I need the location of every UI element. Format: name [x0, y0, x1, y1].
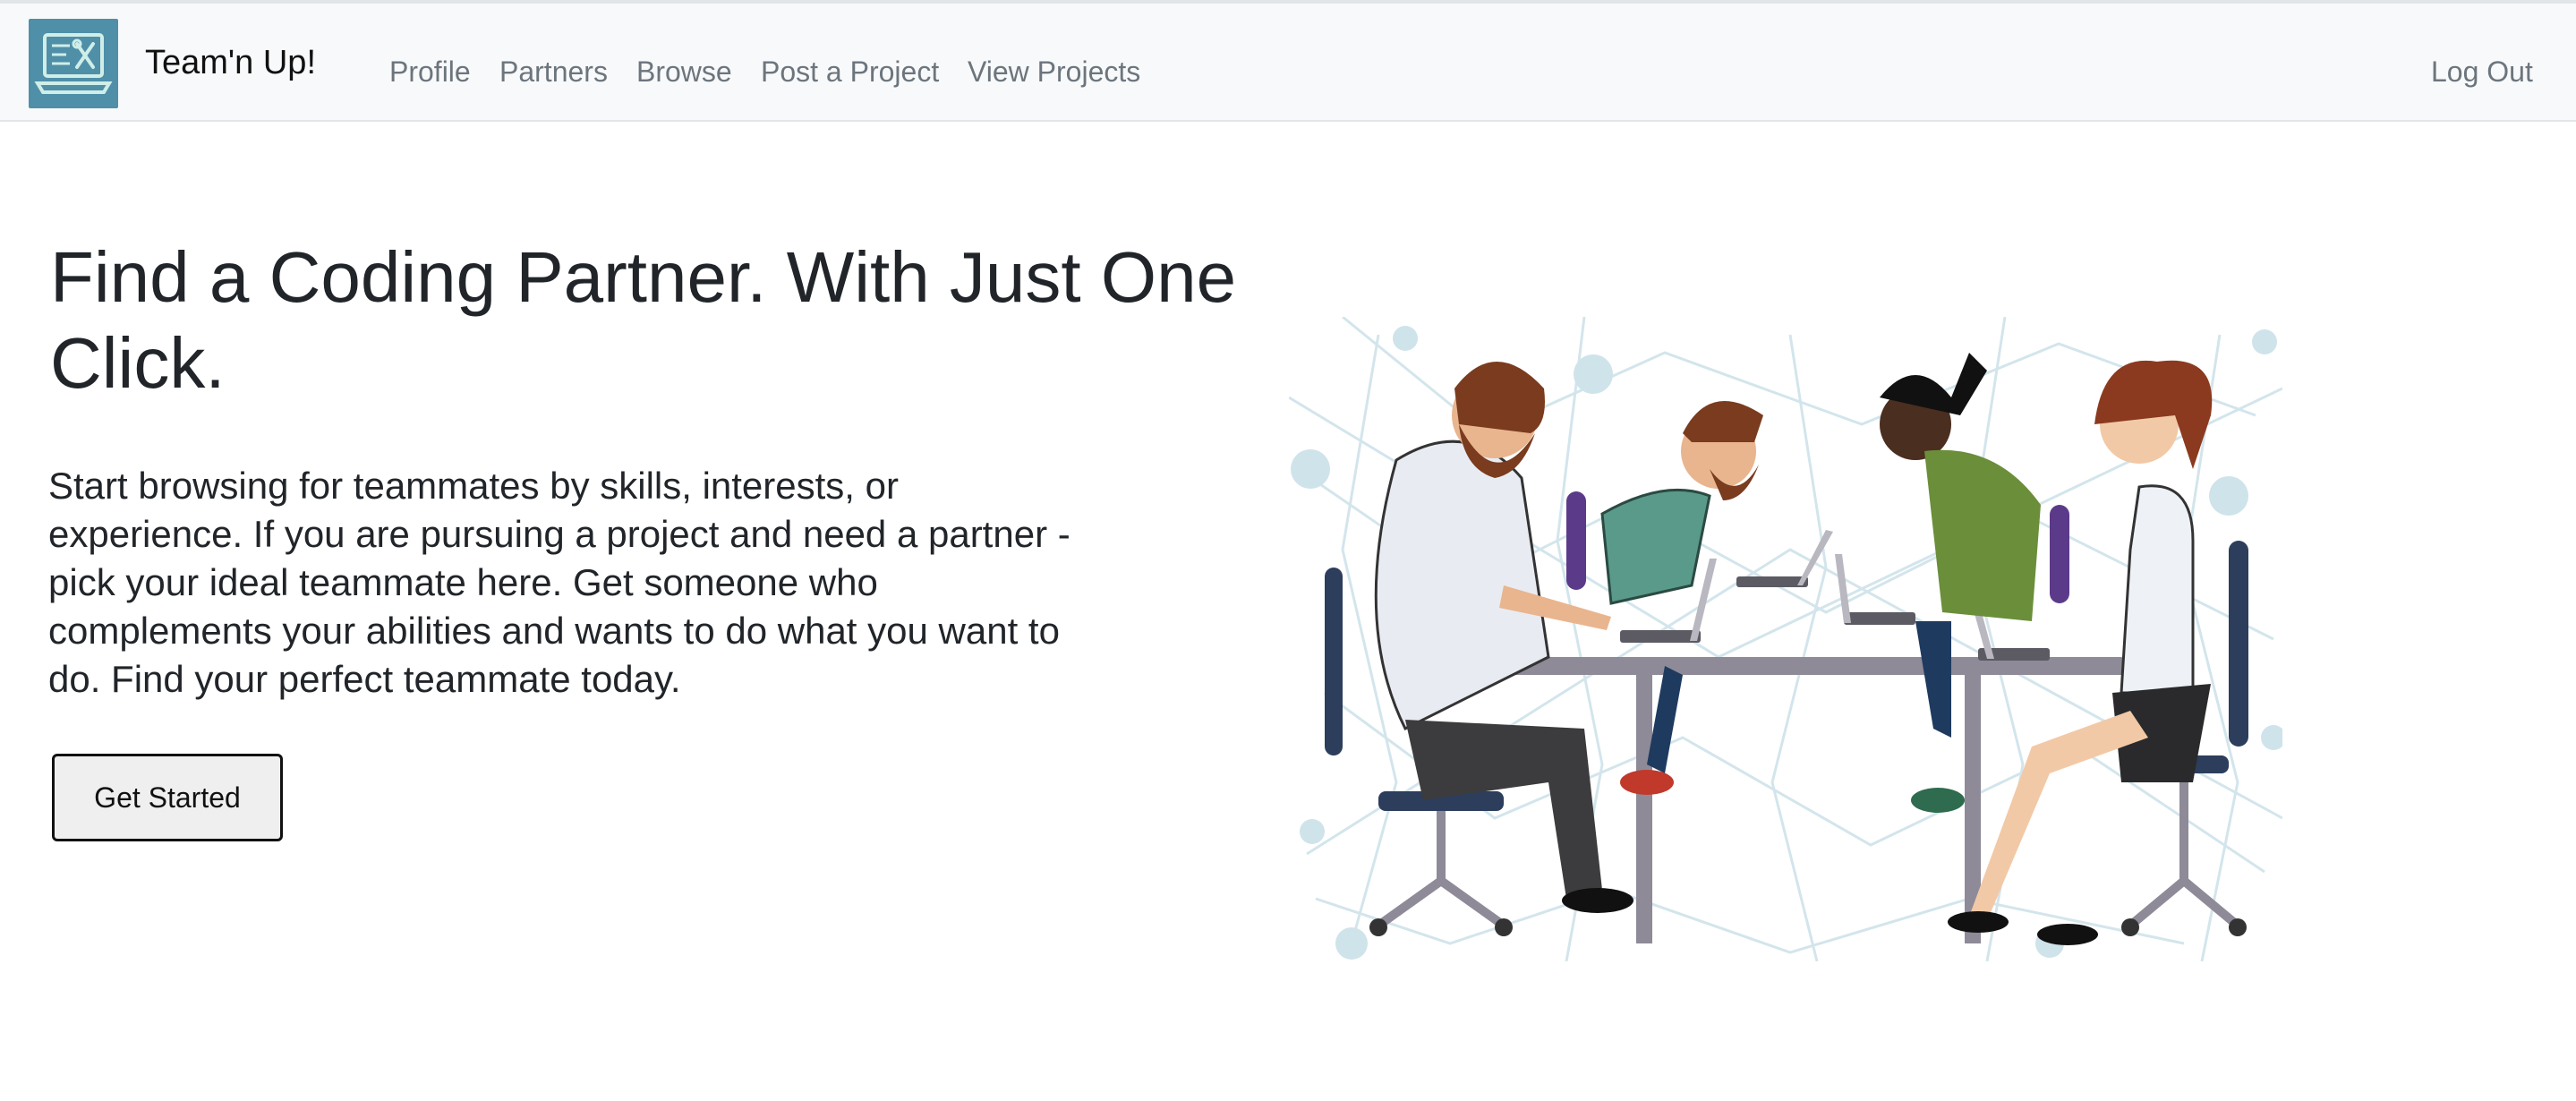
laptop-tools-logo-icon[interactable] [29, 19, 118, 108]
nav-link-profile[interactable]: Profile [389, 54, 471, 90]
brand-name[interactable]: Team'n Up! [145, 43, 316, 82]
get-started-button[interactable]: Get Started [52, 754, 283, 841]
nav-link-view-projects[interactable]: View Projects [968, 54, 1140, 90]
page-title: Find a Coding Partner. With Just One Cli… [50, 237, 1237, 403]
nav-link-post-project[interactable]: Post a Project [761, 54, 939, 90]
nav-link-partners[interactable]: Partners [499, 54, 608, 90]
hero-description: Start browsing for teammates by skills, … [48, 465, 1070, 700]
logout-link[interactable]: Log Out [2431, 54, 2533, 90]
nav-link-browse[interactable]: Browse [636, 54, 732, 90]
top-navbar: Team'n Up! Profile Partners Browse Post … [0, 0, 2576, 122]
team-coding-illustration [1289, 317, 2282, 961]
